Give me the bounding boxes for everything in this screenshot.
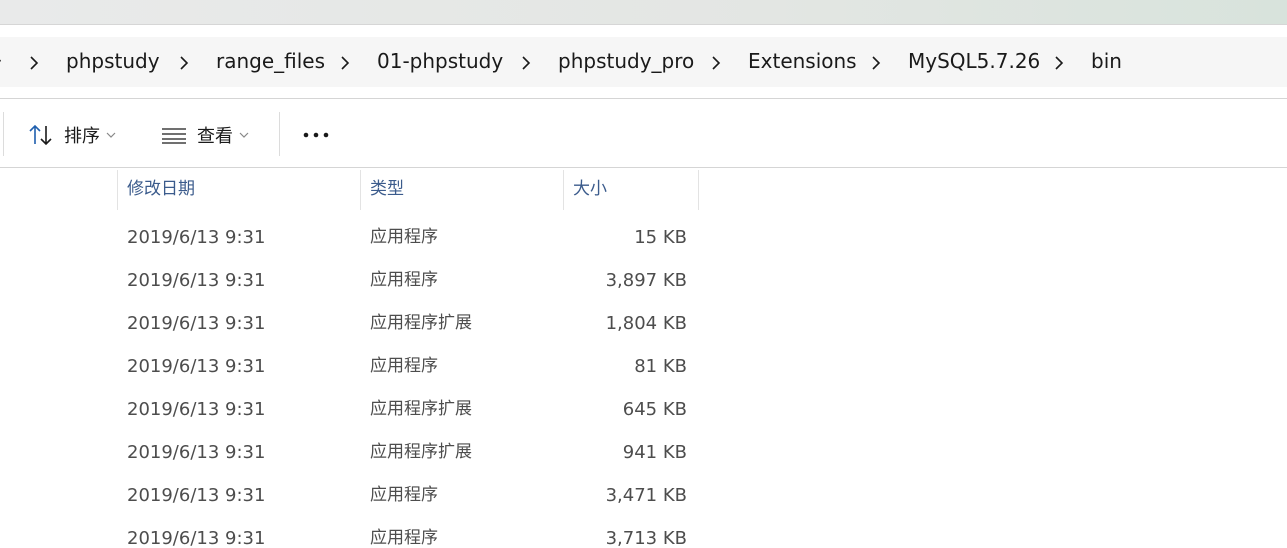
chevron-down-icon xyxy=(239,132,249,138)
file-row[interactable]: 2019/6/13 9:31 应用程序 81 KB xyxy=(0,345,1287,388)
file-size: 81 KB xyxy=(634,356,687,377)
file-row[interactable]: 2019/6/13 9:31 应用程序 3,897 KB xyxy=(0,259,1287,302)
address-bar[interactable]: › phpstudy range_files 01-phpstudy phpst… xyxy=(0,37,1287,87)
file-date: 2019/6/13 9:31 xyxy=(127,485,266,506)
breadcrumb-chevron-icon[interactable] xyxy=(711,56,721,70)
file-date: 2019/6/13 9:31 xyxy=(127,270,266,291)
toolbar-separator xyxy=(3,112,4,156)
more-options-button[interactable] xyxy=(302,121,330,149)
file-size: 941 KB xyxy=(622,442,687,463)
breadcrumb-item-phpstudy-pro[interactable]: phpstudy_pro xyxy=(558,49,694,73)
sort-icon xyxy=(29,124,52,146)
file-type: 应用程序 xyxy=(370,270,438,290)
file-type: 应用程序扩展 xyxy=(370,399,472,419)
file-row[interactable]: 2019/6/13 9:31 应用程序 3,713 KB xyxy=(0,517,1287,548)
file-type: 应用程序扩展 xyxy=(370,442,472,462)
file-size: 645 KB xyxy=(622,399,687,420)
breadcrumb-item-range-files[interactable]: range_files xyxy=(216,49,325,73)
breadcrumb-chevron-icon[interactable] xyxy=(179,56,189,70)
breadcrumb-item-bin[interactable]: bin xyxy=(1091,49,1122,73)
breadcrumb-item-mysql[interactable]: MySQL5.7.26 xyxy=(908,49,1040,73)
window-title-bar xyxy=(0,0,1287,25)
file-row[interactable]: 2019/6/13 9:31 应用程序 15 KB xyxy=(0,216,1287,259)
file-row[interactable]: 2019/6/13 9:31 应用程序扩展 1,804 KB xyxy=(0,302,1287,345)
breadcrumb-item-extensions[interactable]: Extensions xyxy=(748,49,857,73)
file-date: 2019/6/13 9:31 xyxy=(127,442,266,463)
file-date: 2019/6/13 9:31 xyxy=(127,313,266,334)
column-header-date[interactable]: 修改日期 xyxy=(118,170,360,210)
file-row[interactable]: 2019/6/13 9:31 应用程序扩展 941 KB xyxy=(0,431,1287,474)
file-size: 1,804 KB xyxy=(605,313,687,334)
file-date: 2019/6/13 9:31 xyxy=(127,356,266,377)
file-row[interactable]: 2019/6/13 9:31 应用程序扩展 645 KB xyxy=(0,388,1287,431)
breadcrumb-chevron-icon[interactable] xyxy=(340,56,350,70)
file-type: 应用程序扩展 xyxy=(370,313,472,333)
more-icon xyxy=(303,132,329,138)
sort-label: 排序 xyxy=(64,126,100,147)
file-size: 3,897 KB xyxy=(605,270,687,291)
column-header-size[interactable]: 大小 xyxy=(564,170,698,210)
toolbar-divider xyxy=(0,167,1287,168)
chevron-down-icon xyxy=(106,132,116,138)
column-header-type[interactable]: 类型 xyxy=(361,170,563,210)
toolbar-separator xyxy=(279,112,280,156)
file-date: 2019/6/13 9:31 xyxy=(127,528,266,548)
file-type: 应用程序 xyxy=(370,485,438,505)
sort-button[interactable]: 排序 xyxy=(28,121,116,149)
file-type: 应用程序 xyxy=(370,528,438,548)
breadcrumb-overflow-chevron[interactable]: › xyxy=(0,48,2,72)
column-separator[interactable] xyxy=(698,170,699,210)
file-date: 2019/6/13 9:31 xyxy=(127,227,266,248)
view-label: 查看 xyxy=(197,126,233,147)
file-type: 应用程序 xyxy=(370,227,438,247)
breadcrumb-item-01-phpstudy[interactable]: 01-phpstudy xyxy=(377,49,503,73)
file-type: 应用程序 xyxy=(370,356,438,376)
file-size: 15 KB xyxy=(634,227,687,248)
file-row[interactable]: 2019/6/13 9:31 应用程序 3,471 KB xyxy=(0,474,1287,517)
file-size: 3,713 KB xyxy=(605,528,687,548)
breadcrumb-chevron-icon[interactable] xyxy=(29,56,39,70)
breadcrumb-item-phpstudy[interactable]: phpstudy xyxy=(66,49,160,73)
file-date: 2019/6/13 9:31 xyxy=(127,399,266,420)
view-button[interactable]: 查看 xyxy=(161,121,249,149)
breadcrumb-chevron-icon[interactable] xyxy=(521,56,531,70)
view-list-icon xyxy=(162,128,186,144)
file-size: 3,471 KB xyxy=(605,485,687,506)
breadcrumb-chevron-icon[interactable] xyxy=(1054,56,1064,70)
breadcrumb-chevron-icon[interactable] xyxy=(871,56,881,70)
